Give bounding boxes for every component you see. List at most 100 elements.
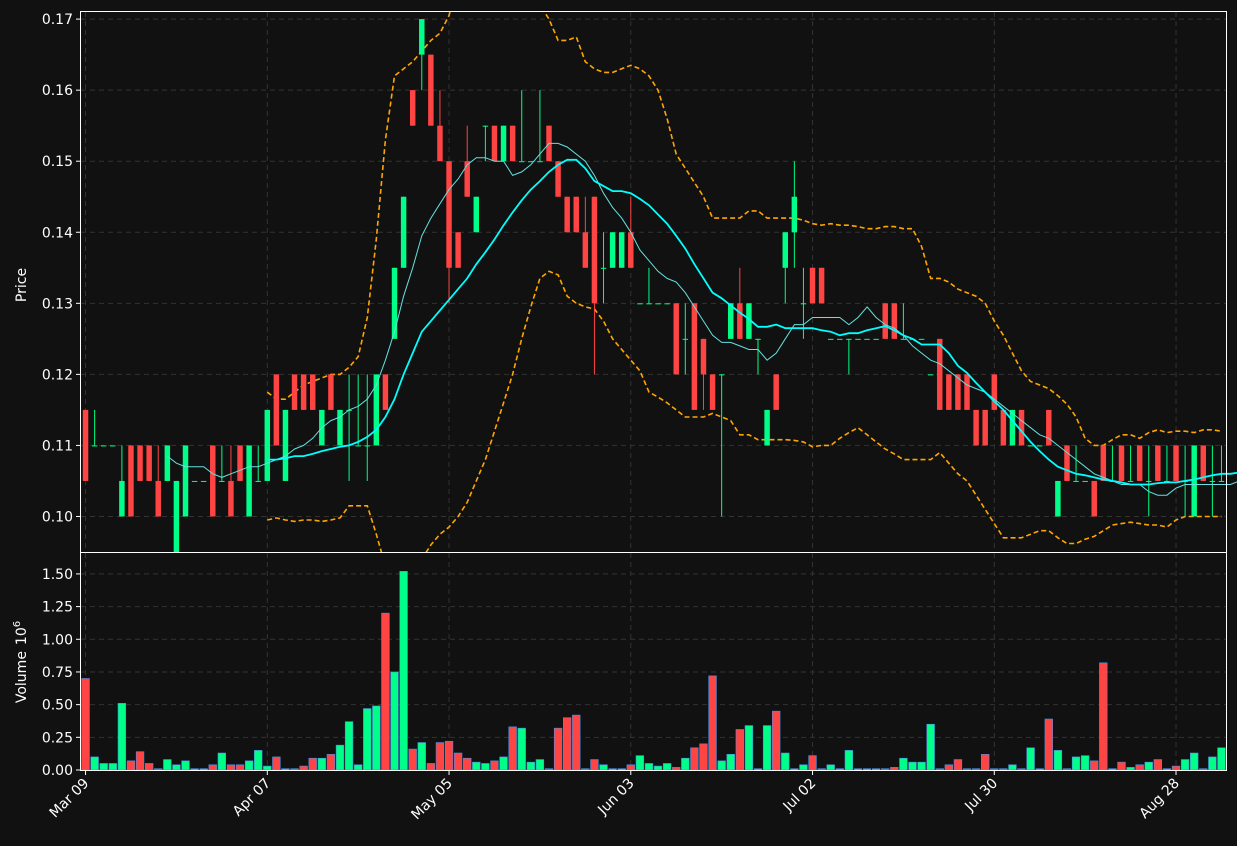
candle-body-up <box>610 232 615 268</box>
volume-bar-down <box>1099 663 1107 770</box>
candle-body-down <box>1137 445 1142 481</box>
volume-bar-up <box>91 757 99 770</box>
candle-body-down <box>228 481 233 517</box>
candle-body-down <box>301 374 306 410</box>
volume-bar-up <box>472 762 480 770</box>
volume-bar-down <box>82 678 90 770</box>
candle-body-up <box>1037 445 1042 446</box>
candle-body-up <box>637 303 642 304</box>
candle-body-down <box>274 374 279 445</box>
price-tick-label: 0.11 <box>42 438 73 454</box>
volume-bar-down <box>291 769 299 770</box>
candle-body-down <box>883 303 888 339</box>
volume-bar-down <box>209 765 217 770</box>
volume-bar-up <box>1181 760 1189 770</box>
candle-body-down <box>982 410 987 446</box>
candle-body-up <box>283 410 288 481</box>
candle-body-down <box>464 161 469 197</box>
volume-bar-up <box>418 743 426 770</box>
candle-body-up <box>101 445 106 446</box>
candle-body-down <box>437 126 442 162</box>
candle-body-up <box>755 339 760 340</box>
volume-bar-up <box>845 750 853 770</box>
volume-bar-up <box>354 765 362 770</box>
chart-root: 0.100.110.120.130.140.150.160.17 0.000.2… <box>0 0 1237 842</box>
candle-body-down <box>710 374 715 410</box>
price-tick-label: 0.14 <box>42 225 73 241</box>
volume-bar-up <box>1190 753 1198 770</box>
volume-tick-label: 1.25 <box>42 600 73 616</box>
volume-bar-down <box>1063 769 1071 770</box>
volume-bar-up <box>863 769 871 770</box>
candle-body-down <box>146 445 151 481</box>
candle-body-down <box>773 374 778 410</box>
candle-body-up <box>419 19 424 55</box>
volume-bar-down <box>572 715 580 770</box>
price-tick-label: 0.16 <box>42 83 73 99</box>
volume-bar-down <box>691 748 699 770</box>
volume-bar-up <box>1072 757 1080 770</box>
volume-bar-down <box>981 754 989 770</box>
candle-body-up <box>1191 445 1196 516</box>
candle-body-up <box>683 339 688 340</box>
candle-body-up <box>655 303 660 304</box>
volume-bar-up <box>609 769 617 770</box>
candle-body-up <box>619 232 624 268</box>
volume-bar-down <box>273 757 281 770</box>
volume-bar-down <box>1172 766 1180 770</box>
volume-axis-label: Volume106 <box>12 621 30 703</box>
volume-bar-down <box>945 765 953 770</box>
candle-body-up <box>719 374 724 375</box>
candle-body-down <box>1101 445 1106 481</box>
volume-bar-up <box>754 769 762 770</box>
candle-body-up <box>728 303 733 339</box>
volume-bar-down <box>327 754 335 770</box>
volume-bar-down <box>1090 761 1098 770</box>
price-tick-label: 0.10 <box>42 509 73 525</box>
candle-body-up <box>828 339 833 340</box>
candle-body-down <box>892 303 897 339</box>
candle-body-up <box>919 339 924 340</box>
volume-bar-up <box>718 761 726 770</box>
candle-body-up <box>246 445 251 516</box>
volume-bar-down <box>972 769 980 770</box>
candle-body-down <box>237 445 242 481</box>
volume-bar-up <box>336 745 344 770</box>
volume-bar-down <box>818 769 826 770</box>
volume-bar-up <box>173 765 181 770</box>
volume-bar-down <box>491 761 499 770</box>
candle-body-up <box>1028 445 1033 446</box>
volume-bar-up <box>372 706 380 770</box>
volume-bar-up <box>781 753 789 770</box>
candle-body-up <box>1055 481 1060 517</box>
candle-body-up <box>601 268 606 269</box>
candle-body-up <box>519 161 524 162</box>
candle-body-up <box>1073 481 1078 482</box>
volume-bar-down <box>445 741 453 770</box>
volume-bar-up <box>827 765 835 770</box>
volume-bar-down <box>936 769 944 770</box>
volume-bar-down <box>145 763 153 770</box>
candle-body-down <box>128 445 133 516</box>
volume-bar-up <box>636 756 644 770</box>
volume-bar-down <box>736 729 744 770</box>
volume-bar-down <box>809 756 817 770</box>
price-tick-label: 0.12 <box>42 367 73 383</box>
volume-bar-down <box>990 769 998 770</box>
volume-bar-down <box>581 769 589 770</box>
candle-body-down <box>492 126 497 162</box>
candle-body-up <box>501 126 506 162</box>
candle-body-up <box>783 232 788 268</box>
volume-bar-down <box>772 711 780 770</box>
candle-body-down <box>1201 445 1206 481</box>
candle-body-up <box>174 481 179 552</box>
volume-bar-up <box>909 762 917 770</box>
volume-bar-up <box>663 763 671 770</box>
candle-body-down <box>574 197 579 233</box>
candle-body-down <box>510 126 515 162</box>
volume-bar-up <box>1081 756 1089 770</box>
candle-body-down <box>810 268 815 304</box>
volume-bar-up <box>391 672 399 770</box>
volume-bar-down <box>591 760 599 770</box>
price-axis-label: Price <box>14 268 30 302</box>
